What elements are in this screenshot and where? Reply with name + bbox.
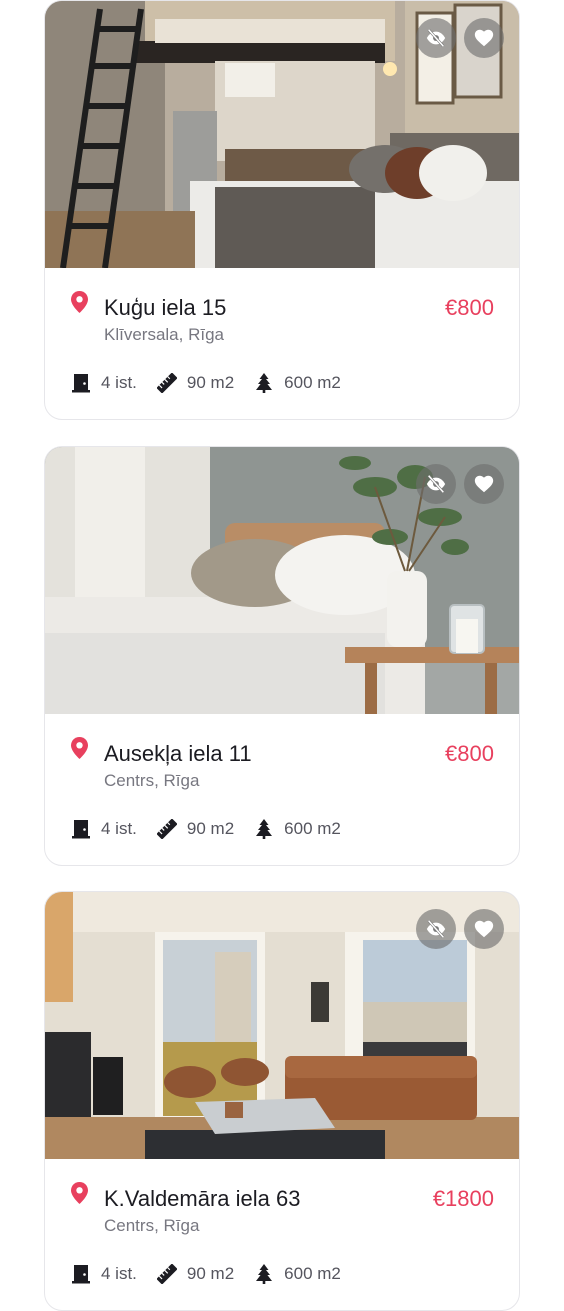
rooms-feature: 4 ist. xyxy=(71,1264,137,1284)
listing-card[interactable]: Kuģu iela 15 Klīversala, Rīga €800 4 ist… xyxy=(44,0,520,420)
listing-district: Centrs, Rīga xyxy=(104,771,200,790)
tree-icon xyxy=(254,373,274,393)
listing-photo[interactable] xyxy=(45,1,519,268)
tree-icon xyxy=(254,819,274,839)
listing-list: Kuģu iela 15 Klīversala, Rīga €800 4 ist… xyxy=(0,0,564,1311)
rooms-value: 4 ist. xyxy=(101,373,137,392)
land-feature: 600 m2 xyxy=(254,1264,341,1284)
ruler-icon xyxy=(156,819,177,839)
area-value: 90 m2 xyxy=(186,373,235,392)
listing-info: Ausekļa iela 11 Centrs, Rīga €800 4 ist.… xyxy=(45,714,519,865)
listing-photo[interactable] xyxy=(45,892,519,1159)
door-icon xyxy=(71,373,91,393)
favorite-button[interactable] xyxy=(464,18,504,58)
land-value: 600 m2 xyxy=(284,819,341,838)
rooms-feature: 4 ist. xyxy=(71,819,137,839)
ruler-icon xyxy=(156,373,177,393)
eye-off-icon xyxy=(426,474,446,494)
door-icon xyxy=(71,1264,91,1284)
listing-info: Kuģu iela 15 Klīversala, Rīga €800 4 ist… xyxy=(45,268,519,419)
listing-card[interactable]: Ausekļa iela 11 Centrs, Rīga €800 4 ist.… xyxy=(44,446,520,866)
listing-address: K.Valdemāra iela 63 xyxy=(104,1186,301,1211)
location-pin-icon xyxy=(71,737,88,759)
listing-features: 4 ist. 90 m2 600 m2 xyxy=(71,1264,361,1284)
listing-address: Kuģu iela 15 xyxy=(104,295,227,320)
favorite-button[interactable] xyxy=(464,464,504,504)
hide-listing-button[interactable] xyxy=(416,18,456,58)
favorite-button[interactable] xyxy=(464,909,504,949)
land-feature: 600 m2 xyxy=(254,373,341,393)
listing-district: Centrs, Rīga xyxy=(104,1216,200,1235)
listing-features: 4 ist. 90 m2 600 m2 xyxy=(71,819,361,839)
heart-icon xyxy=(474,920,494,938)
ruler-icon xyxy=(156,1264,177,1284)
location-pin-icon xyxy=(71,1182,88,1204)
area-feature: 90 m2 xyxy=(156,373,235,393)
rooms-value: 4 ist. xyxy=(101,819,137,838)
listing-price: €800 xyxy=(445,295,494,320)
heart-icon xyxy=(474,475,494,493)
area-value: 90 m2 xyxy=(186,819,235,838)
hide-listing-button[interactable] xyxy=(416,909,456,949)
heart-icon xyxy=(474,29,494,47)
listing-price: €800 xyxy=(445,741,494,766)
location-pin-icon xyxy=(71,291,88,313)
area-value: 90 m2 xyxy=(186,1264,235,1283)
listing-price: €1800 xyxy=(432,1186,494,1211)
land-value: 600 m2 xyxy=(284,1264,341,1283)
hide-listing-button[interactable] xyxy=(416,464,456,504)
eye-off-icon xyxy=(426,919,446,939)
rooms-feature: 4 ist. xyxy=(71,373,137,393)
listing-district: Klīversala, Rīga xyxy=(104,325,224,344)
land-value: 600 m2 xyxy=(284,373,341,392)
listing-photo[interactable] xyxy=(45,447,519,714)
land-feature: 600 m2 xyxy=(254,819,341,839)
eye-off-icon xyxy=(426,28,446,48)
area-feature: 90 m2 xyxy=(156,819,235,839)
tree-icon xyxy=(254,1264,274,1284)
door-icon xyxy=(71,819,91,839)
listing-address: Ausekļa iela 11 xyxy=(104,741,252,766)
area-feature: 90 m2 xyxy=(156,1264,235,1284)
rooms-value: 4 ist. xyxy=(101,1264,137,1283)
listing-info: K.Valdemāra iela 63 Centrs, Rīga €1800 4… xyxy=(45,1159,519,1310)
listing-features: 4 ist. 90 m2 600 m2 xyxy=(71,373,361,393)
listing-card[interactable]: K.Valdemāra iela 63 Centrs, Rīga €1800 4… xyxy=(44,891,520,1311)
